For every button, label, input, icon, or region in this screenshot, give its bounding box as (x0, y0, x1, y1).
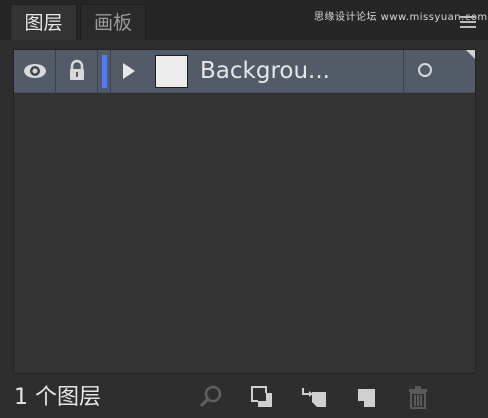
eye-icon (24, 64, 46, 78)
new-sublayer-icon[interactable] (300, 383, 328, 411)
layer-color-strip (102, 55, 107, 88)
tab-layers[interactable]: 图层 (10, 4, 77, 40)
new-layer-icon[interactable] (352, 383, 380, 411)
clipping-mask-icon[interactable] (248, 383, 276, 411)
expand-arrow-icon[interactable] (123, 63, 135, 79)
trash-icon[interactable] (404, 383, 432, 411)
target-circle-icon[interactable] (418, 63, 432, 77)
layer-name[interactable]: Backgrou... (200, 56, 330, 86)
tab-artboards[interactable]: 画板 (80, 4, 146, 40)
panel-footer: 1 个图层 (0, 378, 488, 418)
lock-toggle[interactable] (56, 50, 98, 92)
hamburger-menu-icon[interactable] (460, 16, 476, 30)
panel-tab-bar: 图层 画板 思缘设计论坛 www.missyuan.com (0, 0, 488, 40)
layers-panel: 图层 画板 思缘设计论坛 www.missyuan.com Backgrou..… (0, 0, 488, 418)
lock-icon (70, 59, 84, 80)
layer-count-label: 1 个图层 (14, 385, 101, 410)
selection-corner-mark (466, 50, 475, 59)
layer-row-background[interactable]: Backgrou... (14, 50, 475, 93)
target-cell[interactable] (403, 50, 475, 92)
layer-thumbnail (155, 55, 188, 88)
layers-list (13, 49, 476, 374)
visibility-toggle[interactable] (14, 50, 56, 92)
search-icon[interactable] (196, 383, 224, 411)
column-divider (110, 50, 111, 92)
